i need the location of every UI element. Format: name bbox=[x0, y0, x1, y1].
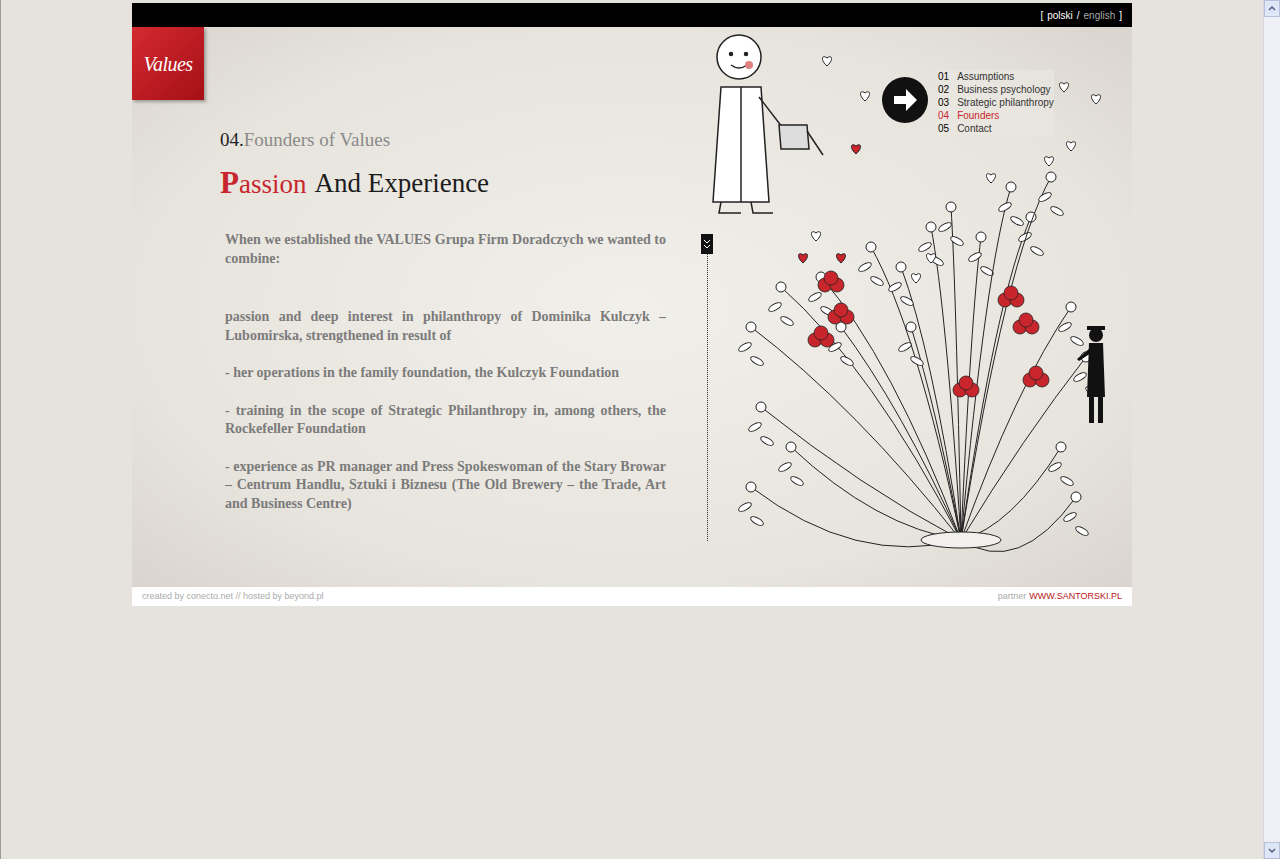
small-man-icon bbox=[1077, 326, 1105, 423]
scroll-up-icon[interactable] bbox=[1264, 0, 1280, 17]
heart-icon bbox=[811, 232, 820, 241]
body-text: When we established the VALUES Grupa Fir… bbox=[220, 231, 666, 513]
red-flower-icon bbox=[808, 326, 834, 347]
language-bar: [polski/english] bbox=[132, 3, 1132, 27]
red-flower-icon bbox=[818, 271, 844, 292]
heart-icon bbox=[836, 254, 845, 263]
language-link[interactable]: polski bbox=[1047, 8, 1073, 23]
nav-item[interactable]: 03Strategic philanthropy bbox=[938, 96, 1054, 109]
paragraph: When we established the VALUES Grupa Fir… bbox=[225, 231, 666, 268]
logo[interactable]: Values bbox=[132, 27, 204, 100]
heart-icon bbox=[860, 92, 869, 101]
scrollbar[interactable] bbox=[1263, 0, 1280, 859]
language-link[interactable]: english bbox=[1084, 8, 1116, 23]
main-panel: Values 04.Founders of Values PassionAnd Ex… bbox=[132, 27, 1132, 587]
browser-page: [polski/english]Values04.Founders of Val… bbox=[0, 0, 1280, 859]
heart-icon bbox=[798, 254, 807, 263]
page-area: [polski/english]Values04.Founders of Val… bbox=[1, 0, 1263, 859]
scroll-down-icon[interactable] bbox=[701, 234, 713, 254]
navigation: 01Assumptions02Business psychology03Stra… bbox=[882, 70, 1054, 135]
scroll-down-arrow-icon[interactable] bbox=[1264, 842, 1280, 859]
red-flower-icon bbox=[998, 286, 1024, 307]
section-heading: 04.Founders of Values bbox=[220, 128, 674, 152]
paragraph: passion and deep interest in philanthrop… bbox=[225, 308, 666, 345]
nav-item[interactable]: 05Contact bbox=[938, 122, 1054, 135]
arrow-right-icon[interactable] bbox=[882, 77, 928, 123]
credits[interactable]: created by conecto.net // hosted by beyo… bbox=[142, 590, 324, 604]
heart-icon bbox=[1091, 95, 1100, 104]
heart-icon bbox=[822, 57, 831, 66]
scroll-indicator[interactable] bbox=[701, 234, 713, 541]
site: [polski/english]Values04.Founders of Val… bbox=[132, 3, 1132, 606]
paragraph: - her operations in the family foundatio… bbox=[225, 364, 666, 383]
nav-item[interactable]: 01Assumptions bbox=[938, 70, 1054, 83]
footer: created by conecto.net // hosted by beyo… bbox=[132, 587, 1132, 606]
heart-icon bbox=[911, 274, 920, 283]
headline: PassionAnd Experience bbox=[220, 166, 674, 201]
heart-icon bbox=[986, 174, 995, 183]
content: 04.Founders of Values PassionAnd Experien… bbox=[204, 27, 674, 587]
nav-item[interactable]: 02Business psychology bbox=[938, 83, 1054, 96]
red-flower-icon bbox=[1023, 366, 1049, 387]
red-flower-icon bbox=[1013, 313, 1039, 334]
heart-icon bbox=[1059, 83, 1068, 92]
bush-icon bbox=[737, 172, 1099, 552]
heart-icon bbox=[926, 254, 935, 263]
partner: partnerWWW.SANTORSKI.PL bbox=[998, 590, 1122, 604]
partner-link[interactable]: WWW.SANTORSKI.PL bbox=[1029, 590, 1122, 604]
paragraph: - experience as PR manager and Press Spo… bbox=[225, 458, 666, 514]
gardener-icon bbox=[713, 35, 823, 213]
red-flower-icon bbox=[953, 376, 979, 397]
heart-icon bbox=[851, 145, 860, 154]
nav-menu: 01Assumptions02Business psychology03Stra… bbox=[938, 70, 1054, 135]
red-flower-icon bbox=[828, 303, 854, 324]
heart-icon bbox=[1066, 142, 1075, 151]
nav-item[interactable]: 04Founders bbox=[938, 109, 1054, 122]
heart-icon bbox=[1044, 157, 1053, 166]
paragraph: - training in the scope of Strategic Phi… bbox=[225, 402, 666, 439]
